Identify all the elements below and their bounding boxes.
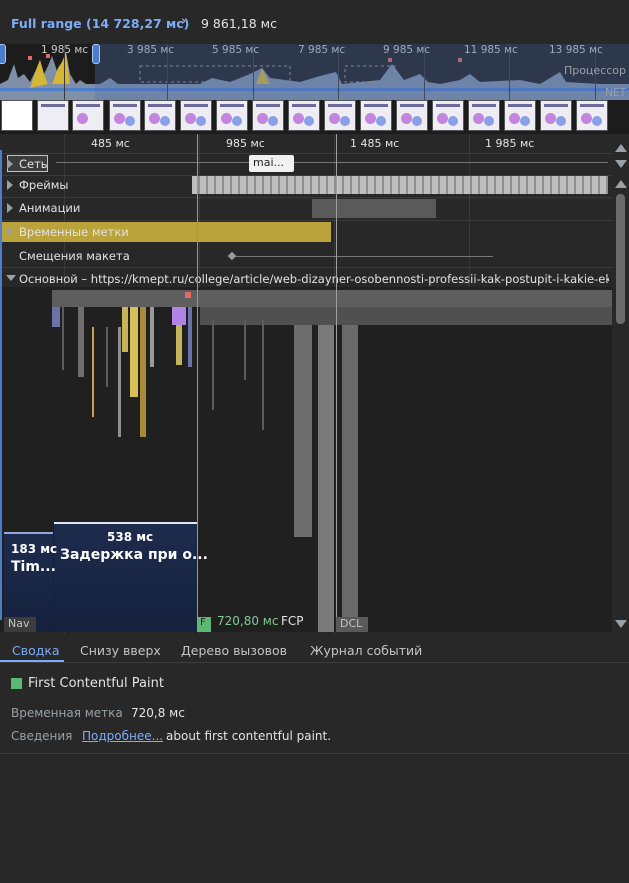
network-request-line [56, 162, 608, 163]
ruler-tick: 485 мс [91, 137, 130, 150]
ruler-tick: 1 985 мс [485, 137, 535, 150]
track-network[interactable] [0, 152, 612, 176]
timestamp-label: Временная метка [11, 706, 123, 720]
screenshot-thumbnail[interactable] [504, 100, 536, 131]
breadcrumb-current-range[interactable]: 9 861,18 мс [201, 16, 277, 31]
track-network-label[interactable]: Сеть [19, 157, 48, 171]
screenshot-thumbnail[interactable] [180, 100, 212, 131]
scroll-down-icon[interactable] [615, 620, 627, 628]
tab-call-tree[interactable]: Дерево вызовов [181, 643, 287, 658]
animation-bar[interactable] [312, 199, 436, 218]
collapse-main-icon[interactable] [6, 275, 16, 281]
expand-animations-icon[interactable] [7, 203, 13, 213]
fcp-name: FCP [281, 614, 304, 628]
screenshot-thumbnail[interactable] [288, 100, 320, 131]
screenshot-thumbnail[interactable] [216, 100, 248, 131]
timestamp-value: 720,8 мс [131, 706, 185, 720]
screenshot-thumbnail[interactable] [72, 100, 104, 131]
learn-more-link[interactable]: Подробнее... [82, 729, 163, 743]
scrollbar-thumb[interactable] [616, 194, 625, 324]
long-task-duration: 183 мс [11, 542, 58, 556]
expand-timings-icon[interactable] [7, 226, 13, 236]
ruler-tick: 985 мс [226, 137, 265, 150]
long-task-name: Tim... [11, 559, 56, 575]
net-label: NET [605, 87, 626, 99]
cpu-label: Процессор [563, 64, 626, 77]
screenshot-thumbnail[interactable] [324, 100, 356, 131]
track-layout-shifts-label[interactable]: Смещения макета [19, 249, 130, 263]
expand-network-icon[interactable] [7, 159, 13, 169]
selection-handle-right[interactable] [92, 44, 100, 64]
fcp-time: 720,80 мс [217, 614, 279, 628]
tab-summary[interactable]: Сводка [12, 643, 60, 658]
tab-bottom-up[interactable]: Снизу вверх [80, 643, 161, 658]
long-task-name: Задержка при о... [60, 547, 208, 563]
screenshot-thumbnail[interactable] [144, 100, 176, 131]
ruler-tick: 1 485 мс [350, 137, 400, 150]
selection-edge [0, 150, 2, 620]
screenshot-thumbnail[interactable] [576, 100, 608, 131]
details-text: about first contentful paint. [166, 729, 332, 743]
screenshot-thumbnail[interactable] [468, 100, 500, 131]
layout-shift-line [231, 256, 493, 257]
fcp-marker[interactable]: F [198, 617, 211, 632]
dcl-marker-line [336, 134, 337, 632]
screenshot-thumbnail[interactable] [540, 100, 572, 131]
track-animations[interactable] [0, 197, 612, 221]
screenshot-thumbnail[interactable] [432, 100, 464, 131]
track-timings-label[interactable]: Временные метки [19, 225, 129, 239]
active-tab-indicator [0, 660, 64, 662]
screenshot-thumbnail[interactable] [109, 100, 141, 131]
screenshot-thumbnail[interactable] [360, 100, 392, 131]
event-color-swatch [11, 678, 22, 689]
fcp-marker-line [197, 134, 198, 632]
expand-frames-icon[interactable] [7, 180, 13, 190]
scroll-up-icon[interactable] [615, 180, 627, 188]
overview-tick: 1 985 мс [41, 44, 89, 56]
navigation-marker[interactable]: Nav [4, 617, 36, 632]
tab-event-log[interactable]: Журнал событий [310, 643, 422, 658]
screenshot-thumbnail[interactable] [37, 100, 69, 131]
screenshot-thumbnail[interactable] [252, 100, 284, 131]
track-animations-label[interactable]: Анимации [19, 201, 80, 215]
track-frames-label[interactable]: Фреймы [19, 178, 69, 192]
screenshot-thumbnail[interactable] [1, 100, 33, 131]
dcl-marker[interactable]: DCL [336, 617, 368, 632]
scroll-up-icon[interactable] [615, 144, 627, 152]
long-task-duration: 538 мс [107, 530, 154, 544]
network-request-tooltip[interactable]: mai... [249, 155, 294, 172]
breadcrumb-full-range[interactable]: Full range (14 728,27 мс) [11, 16, 189, 31]
summary-divider [0, 753, 629, 754]
details-label: Сведения [11, 729, 73, 743]
track-main-label[interactable]: Основной – https://kmept.ru/college/arti… [19, 272, 609, 286]
summary-title: First Contentful Paint [28, 676, 164, 691]
overview-selection-window[interactable] [95, 44, 629, 100]
chevron-right-icon: › [181, 14, 187, 29]
screenshot-thumbnail[interactable] [396, 100, 428, 131]
time-ruler: 485 мс 985 мс 1 485 мс 1 985 мс [0, 134, 612, 154]
frames-strip[interactable] [192, 176, 608, 194]
selection-handle-left[interactable] [0, 44, 6, 64]
scroll-down-icon[interactable] [615, 160, 627, 168]
